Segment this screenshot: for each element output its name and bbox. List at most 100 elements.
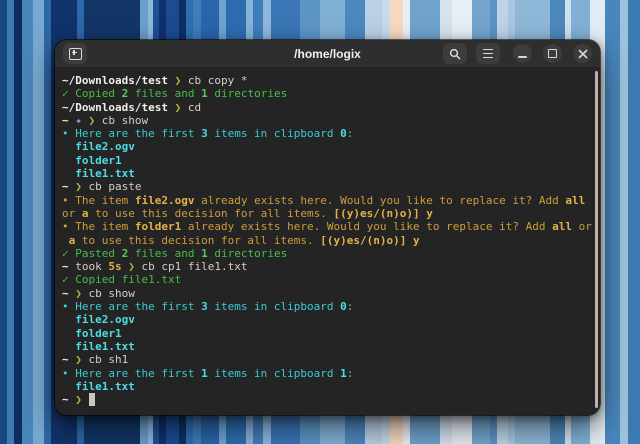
terminal-line: ~/Downloads/test ❯ cd (62, 101, 590, 114)
terminal-line: • Here are the first 3 items in clipboar… (62, 300, 590, 313)
text-segment: : (347, 300, 354, 313)
text-segment: ~ (62, 260, 69, 273)
text-segment: 3 (201, 300, 208, 313)
text-segment: ~/Downloads/test (62, 101, 168, 114)
text-segment: files and (128, 87, 201, 100)
text-segment: • Here are the first (62, 300, 201, 313)
terminal-line: ~/Downloads/test ❯ cb copy * (62, 74, 590, 87)
terminal-line: ~ ❯ cb show (62, 287, 590, 300)
titlebar[interactable]: /home/logix (55, 40, 600, 67)
text-segment: file2.ogv (62, 313, 135, 326)
text-segment: already exists here. Would you like to r… (194, 194, 565, 207)
text-segment (168, 101, 175, 114)
text-segment: file1.txt (62, 380, 135, 393)
text-segment: • Here are the first (62, 127, 201, 140)
terminal-line: • Here are the first 3 items in clipboar… (62, 127, 590, 140)
text-segment (82, 393, 89, 406)
terminal-line: • The item file2.ogv already exists here… (62, 194, 590, 207)
text-segment: ❯ (75, 353, 82, 366)
text-segment: • The item (62, 194, 135, 207)
text-segment: file1.txt (62, 340, 135, 353)
terminal-line: a to use this decision for all items. [(… (62, 234, 590, 247)
text-segment: file2.ogv (135, 194, 195, 207)
text-segment: y (413, 234, 420, 247)
terminal-line: ~ took 5s ❯ cb cp1 file1.txt (62, 260, 590, 273)
text-segment: 1 (201, 367, 208, 380)
text-segment: ~/Downloads/test (62, 74, 168, 87)
text-segment: or (62, 207, 82, 220)
text-segment: ~ (62, 287, 69, 300)
close-icon (578, 49, 588, 59)
text-segment: all (565, 194, 585, 207)
terminal-line: ~ ❯ (62, 393, 590, 406)
terminal-window: /home/logix (55, 40, 600, 415)
text-segment: file1.txt (62, 167, 135, 180)
terminal-line: ~ ❯ cb paste (62, 180, 590, 193)
text-segment: [(y)es/(n)o)] (320, 234, 406, 247)
text-segment: cb copy * (181, 74, 247, 87)
text-segment: files and (128, 247, 201, 260)
text-segment (168, 74, 175, 87)
text-segment: items in clipboard (208, 127, 340, 140)
hamburger-menu-icon (483, 49, 493, 59)
text-segment: directories (208, 247, 287, 260)
text-segment: folder1 (62, 327, 122, 340)
text-segment: cb cp1 file1.txt (135, 260, 248, 273)
new-tab-icon (69, 48, 82, 60)
search-icon (449, 48, 461, 60)
text-segment: 5s (108, 260, 121, 273)
new-tab-button[interactable] (63, 43, 87, 64)
titlebar-right-controls (443, 43, 592, 64)
maximize-button[interactable] (543, 44, 562, 63)
text-segment: • Here are the first (62, 367, 201, 380)
text-segment: ~ (62, 353, 69, 366)
text-segment: cb show (82, 287, 135, 300)
menu-button[interactable] (476, 43, 500, 64)
terminal-line: • The item folder1 already exists here. … (62, 220, 590, 233)
wallpaper-stripe (620, 0, 628, 444)
wallpaper-stripe (0, 0, 7, 444)
text-segment: : (347, 367, 354, 380)
terminal-line: or a to use this decision for all items.… (62, 207, 590, 220)
terminal-content[interactable]: ~/Downloads/test ❯ cb copy *✓ Copied 2 f… (55, 67, 600, 415)
close-button[interactable] (573, 44, 592, 63)
text-segment: folder1 (135, 220, 181, 233)
terminal-line: file1.txt (62, 167, 590, 180)
wallpaper-stripe (44, 0, 51, 444)
text-segment: 0 (340, 127, 347, 140)
minimize-button[interactable] (513, 44, 532, 63)
text-segment: 1 (201, 87, 208, 100)
text-segment (82, 114, 89, 127)
text-segment: 1 (201, 247, 208, 260)
text-segment: ~ (62, 393, 69, 406)
text-segment: ✦ (75, 114, 82, 127)
text-segment: folder1 (62, 154, 122, 167)
terminal-line: ✓ Pasted 2 files and 1 directories (62, 247, 590, 260)
terminal-line: ~ ❯ cb sh1 (62, 353, 590, 366)
text-segment: directories (208, 87, 287, 100)
text-segment: [(y)es/(n)o)] (334, 207, 420, 220)
wallpaper-stripe (7, 0, 14, 444)
text-segment: all (552, 220, 572, 233)
terminal-line: folder1 (62, 327, 590, 340)
text-segment: already exists here. Would you like to r… (181, 220, 552, 233)
search-button[interactable] (443, 43, 467, 64)
text-segment: ✓ Copied (62, 87, 122, 100)
terminal-scrollbar[interactable] (595, 71, 598, 408)
text-segment: 0 (340, 300, 347, 313)
text-segment: ❯ (128, 260, 135, 273)
minimize-icon (518, 56, 527, 58)
text-segment: ~ (62, 180, 69, 193)
text-segment: file2.ogv (62, 140, 135, 153)
text-segment: 1 (340, 367, 347, 380)
text-segment: cb sh1 (82, 353, 128, 366)
terminal-line: folder1 (62, 154, 590, 167)
terminal-line: file1.txt (62, 380, 590, 393)
text-segment: ❯ (75, 287, 82, 300)
text-segment: a (82, 207, 89, 220)
text-segment (62, 234, 69, 247)
wallpaper-stripe (22, 0, 33, 444)
terminal-line: ✓ Copied 2 files and 1 directories (62, 87, 590, 100)
text-segment: cd (181, 101, 201, 114)
text-segment: ❯ (75, 393, 82, 406)
